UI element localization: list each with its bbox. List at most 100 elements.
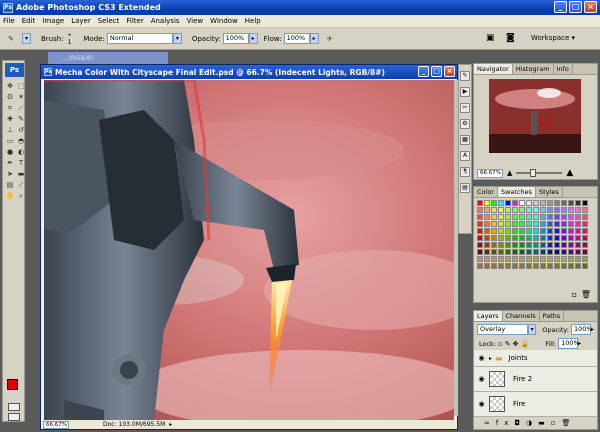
type-tool-icon[interactable]: T	[16, 158, 26, 168]
swatch[interactable]	[477, 221, 483, 227]
swatch[interactable]	[477, 200, 483, 206]
swatch[interactable]	[491, 207, 497, 213]
history-brush-icon[interactable]: ↺	[16, 125, 26, 135]
swatch[interactable]	[533, 235, 539, 241]
swatch[interactable]	[505, 200, 511, 206]
swatch[interactable]	[512, 249, 518, 255]
swatch[interactable]	[484, 249, 490, 255]
swatch[interactable]	[526, 249, 532, 255]
swatch[interactable]	[533, 263, 539, 269]
swatch[interactable]	[554, 235, 560, 241]
layer-row-joints[interactable]: ◉ ▸ ▬ Joints	[474, 350, 597, 367]
opacity-slider-toggle[interactable]: ▸	[248, 33, 258, 44]
swatch[interactable]	[582, 242, 588, 248]
swatch[interactable]	[505, 242, 511, 248]
swatch[interactable]	[484, 228, 490, 234]
mask-icon[interactable]: ◘	[514, 419, 526, 427]
swatch[interactable]	[561, 221, 567, 227]
swatch[interactable]	[575, 242, 581, 248]
swatch[interactable]	[519, 214, 525, 220]
brush-preview[interactable]: • 1	[68, 32, 72, 46]
swatch[interactable]	[547, 263, 553, 269]
swatch[interactable]	[519, 263, 525, 269]
swatch[interactable]	[568, 256, 574, 262]
swatch[interactable]	[575, 256, 581, 262]
swatch[interactable]	[491, 263, 497, 269]
swatch[interactable]	[512, 214, 518, 220]
zoom-slider-handle[interactable]	[530, 169, 537, 177]
clone-source-icon[interactable]: ⚙	[460, 119, 470, 129]
swatch[interactable]	[561, 228, 567, 234]
swatch[interactable]	[547, 228, 553, 234]
swatch[interactable]	[526, 200, 532, 206]
path-select-icon[interactable]: ➤	[5, 169, 15, 179]
swatch[interactable]	[533, 249, 539, 255]
fill-arrow-icon[interactable]: ▸	[578, 340, 581, 347]
swatch[interactable]	[540, 228, 546, 234]
move-tool-icon[interactable]: ✥	[5, 81, 15, 91]
swatch[interactable]	[582, 228, 588, 234]
layer-comps-icon[interactable]: ▤	[460, 183, 470, 193]
swatch[interactable]	[540, 200, 546, 206]
swatch[interactable]	[568, 249, 574, 255]
swatch[interactable]	[477, 207, 483, 213]
swatch[interactable]	[498, 200, 504, 206]
visibility-eye-icon[interactable]: ◉	[477, 400, 486, 408]
new-swatch-icon[interactable]: ▫	[572, 290, 577, 299]
zoom-in-icon[interactable]: ▲	[566, 168, 573, 178]
swatch[interactable]	[568, 214, 574, 220]
swatch[interactable]	[519, 256, 525, 262]
swatch[interactable]	[477, 256, 483, 262]
swatch[interactable]	[568, 263, 574, 269]
visibility-eye-icon[interactable]: ◉	[477, 354, 486, 362]
swatch[interactable]	[519, 221, 525, 227]
swatch[interactable]	[533, 242, 539, 248]
swatch[interactable]	[505, 228, 511, 234]
menu-layer[interactable]: Layer	[71, 17, 91, 25]
swatch[interactable]	[554, 221, 560, 227]
swatch[interactable]	[540, 263, 546, 269]
tab-channels[interactable]: Channels	[503, 311, 540, 321]
swatch[interactable]	[526, 228, 532, 234]
airbrush-icon[interactable]: ✈	[325, 34, 335, 44]
swatch[interactable]	[526, 235, 532, 241]
swatch[interactable]	[512, 242, 518, 248]
swatch[interactable]	[498, 256, 504, 262]
flow-slider-toggle[interactable]: ▸	[309, 33, 319, 44]
swatch[interactable]	[519, 200, 525, 206]
swatch[interactable]	[582, 249, 588, 255]
swatch[interactable]	[484, 235, 490, 241]
doc-close-button[interactable]: ×	[444, 66, 455, 77]
mode-select[interactable]: Normal	[106, 33, 173, 44]
swatch[interactable]	[547, 207, 553, 213]
swatch[interactable]	[491, 249, 497, 255]
expand-arrow-icon[interactable]: ▸	[489, 355, 492, 362]
swatch[interactable]	[568, 228, 574, 234]
swatch[interactable]	[498, 235, 504, 241]
swatch[interactable]	[561, 214, 567, 220]
tab-navigator[interactable]: Navigator	[474, 64, 513, 74]
menu-image[interactable]: Image	[42, 17, 64, 25]
tab-paths[interactable]: Paths	[540, 311, 565, 321]
zoom-tool-icon[interactable]: ⌕	[16, 191, 26, 201]
slice-tool-icon[interactable]: ⟋	[16, 103, 26, 113]
swatch[interactable]	[575, 214, 581, 220]
swatch[interactable]	[561, 249, 567, 255]
swatch[interactable]	[547, 256, 553, 262]
link-layers-icon[interactable]: ∞	[484, 419, 496, 427]
swatch[interactable]	[491, 228, 497, 234]
swatch[interactable]	[498, 263, 504, 269]
swatch[interactable]	[575, 249, 581, 255]
minimize-button[interactable]: _	[554, 1, 567, 13]
adjustment-icon[interactable]: ◑	[526, 419, 538, 427]
background-document-title[interactable]: ...(RGB/8)	[48, 52, 168, 64]
blur-tool-icon[interactable]: ●	[5, 147, 15, 157]
swatch[interactable]	[505, 207, 511, 213]
swatch[interactable]	[526, 256, 532, 262]
layer-opacity-input[interactable]: 100%	[570, 324, 593, 335]
swatch[interactable]	[491, 221, 497, 227]
swatch[interactable]	[491, 214, 497, 220]
brush-tool-icon[interactable]: ✎	[6, 34, 16, 44]
swatch[interactable]	[533, 228, 539, 234]
zoom-out-icon[interactable]: ▲	[507, 169, 512, 177]
